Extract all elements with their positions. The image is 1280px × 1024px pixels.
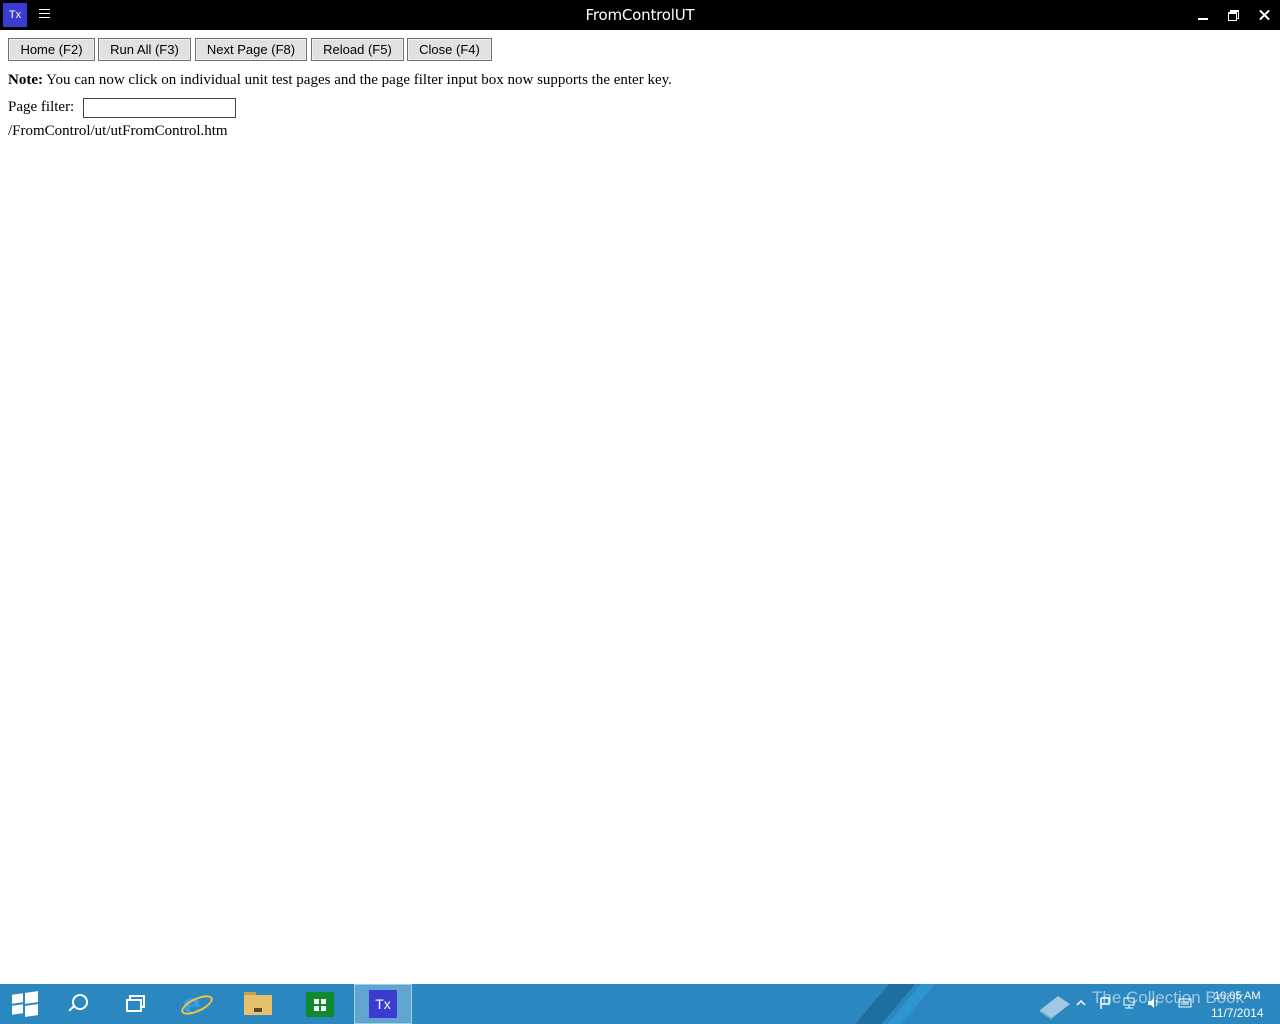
page-filter-label: Page filter: — [8, 99, 75, 115]
unit-test-page-link[interactable]: /FromControl/ut/utFromControl.htm — [8, 123, 228, 140]
minimize-icon[interactable] — [1188, 0, 1218, 30]
store-icon[interactable] — [292, 984, 348, 1024]
next-page-button[interactable]: Next Page (F8) — [195, 38, 307, 61]
clock-date[interactable]: 11/7/2014 — [1211, 1006, 1264, 1020]
book-icon — [1040, 996, 1070, 1020]
file-explorer-icon[interactable] — [230, 984, 286, 1024]
home-button[interactable]: Home (F2) — [8, 38, 95, 61]
close-icon[interactable] — [1250, 0, 1280, 30]
flag-icon[interactable] — [1098, 996, 1112, 1010]
close-button[interactable]: Close (F4) — [407, 38, 492, 61]
search-icon[interactable] — [52, 984, 108, 1024]
volume-icon[interactable] — [1146, 996, 1160, 1010]
reload-button[interactable]: Reload (F5) — [311, 38, 404, 61]
page-filter-input[interactable] — [83, 98, 236, 118]
task-view-icon[interactable] — [109, 984, 165, 1024]
internet-explorer-icon[interactable]: e — [168, 984, 224, 1024]
keyboard-icon[interactable] — [1178, 996, 1192, 1010]
restore-icon[interactable] — [1219, 0, 1249, 30]
tx-app-taskbar-button[interactable]: Tx — [354, 984, 412, 1024]
run-all-button[interactable]: Run All (F3) — [98, 38, 191, 61]
show-hidden-icons-icon[interactable] — [1074, 996, 1088, 1010]
title-bar: Tx FromControlUT — [0, 0, 1280, 30]
taskbar: e Tx The Collection Book 10:05 AM 11/7/2… — [0, 984, 1280, 1024]
start-icon[interactable] — [0, 984, 56, 1024]
note-text: Note: You can now click on individual un… — [8, 72, 672, 89]
note-prefix: Note: — [8, 72, 43, 88]
clock-time[interactable]: 10:05 AM — [1214, 990, 1260, 1002]
note-body: You can now click on individual unit tes… — [42, 72, 672, 88]
network-icon[interactable] — [1122, 996, 1136, 1010]
tx-app-icon: Tx — [369, 990, 397, 1018]
window-title: FromControlUT — [585, 6, 695, 24]
